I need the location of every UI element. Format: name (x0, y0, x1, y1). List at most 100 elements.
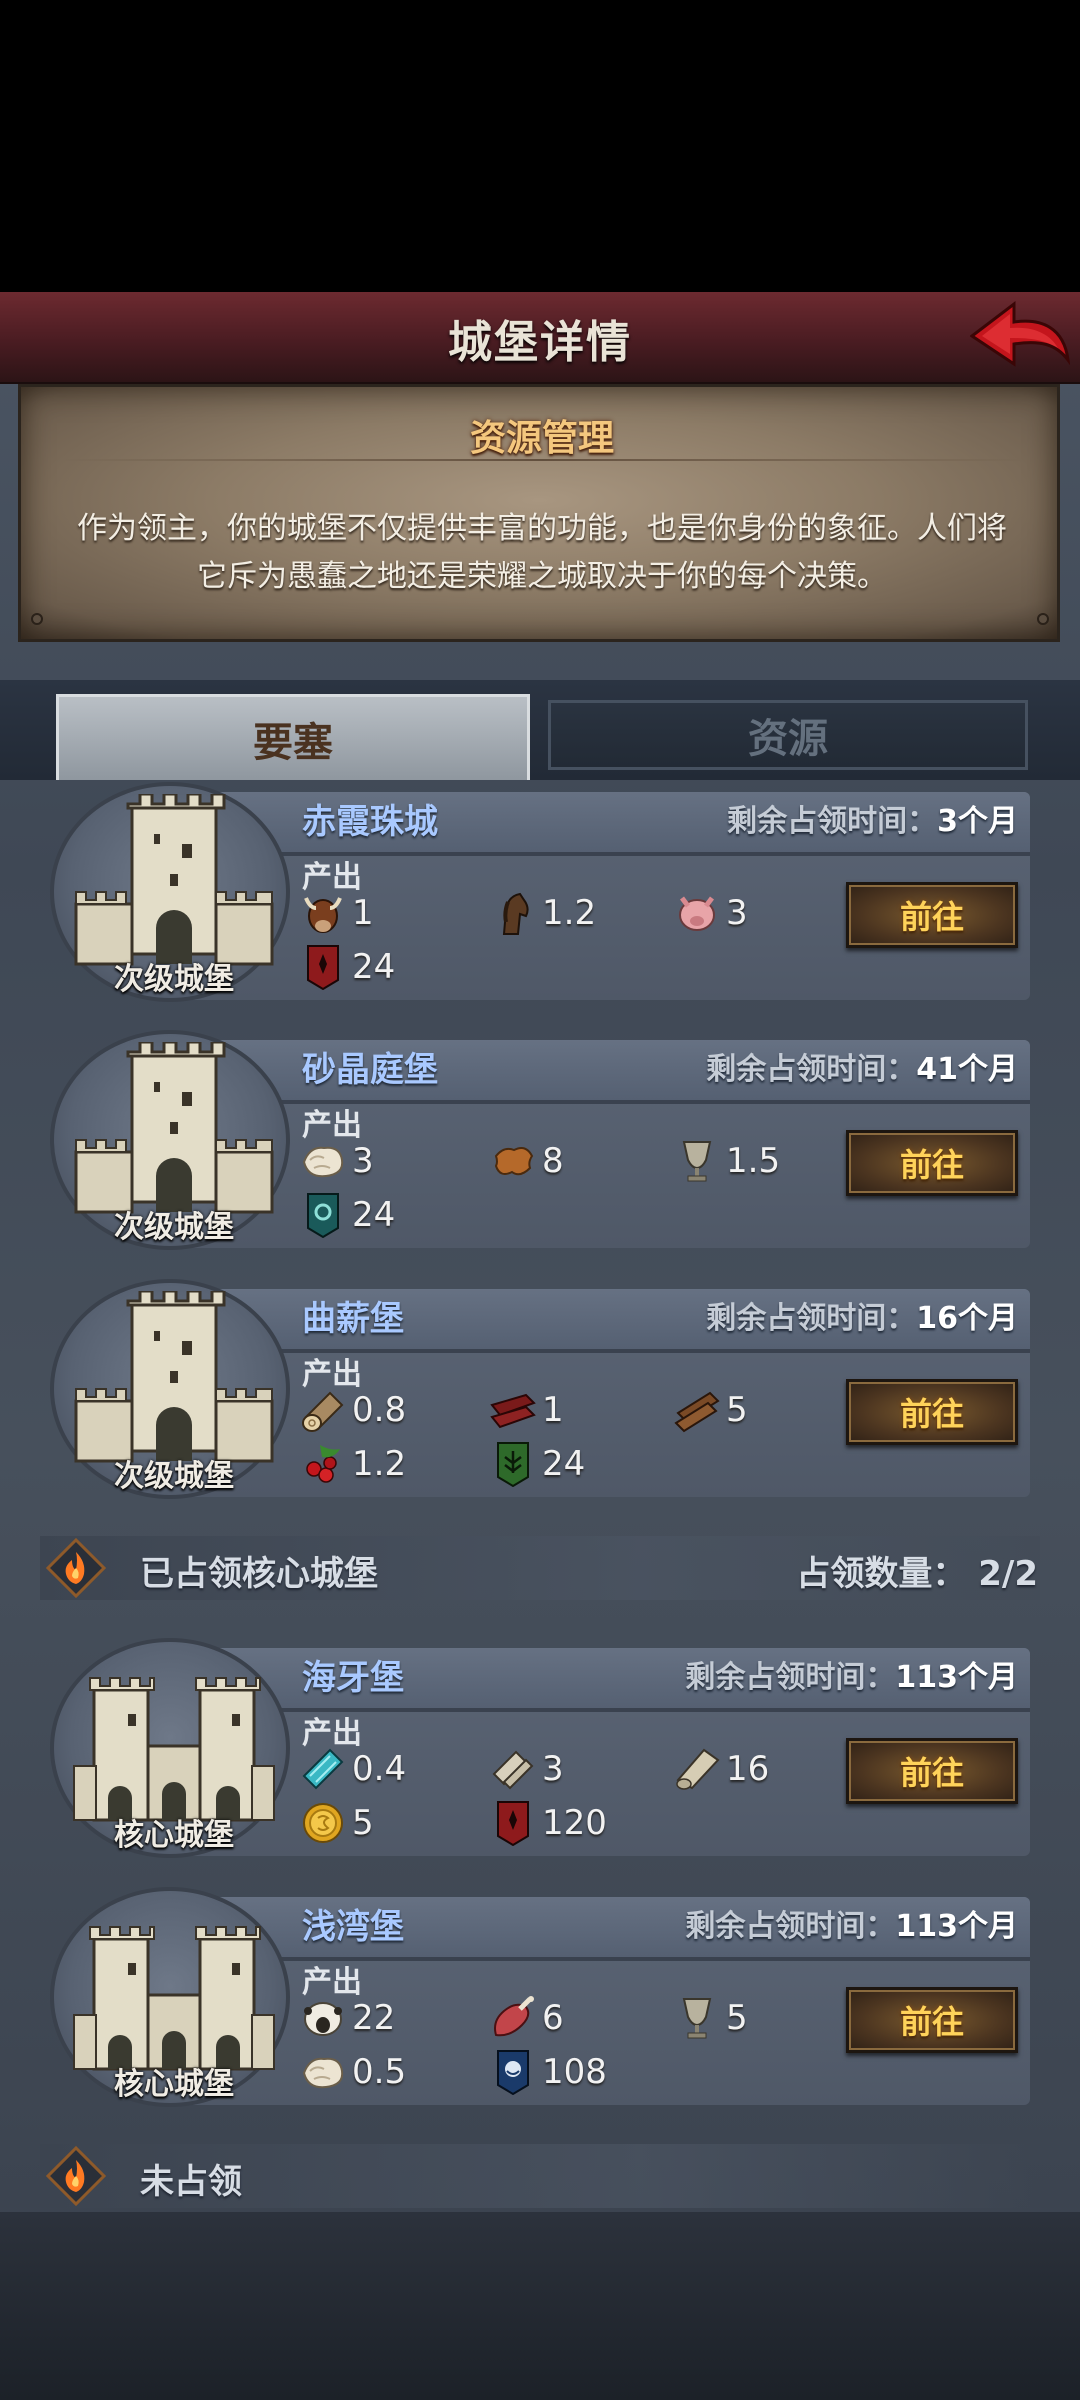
remaining-time-label: 剩余占领时间： (685, 1660, 896, 1695)
resource-item: 0.4 (300, 1746, 406, 1792)
castle-type-label: 次级城堡 (114, 962, 234, 997)
goblet-icon (682, 1141, 712, 1182)
occupied-count-value: 2/2 (978, 1554, 1038, 1594)
castle-name[interactable]: 曲薪堡 (302, 1291, 404, 1340)
resource-value: 24 (352, 947, 396, 987)
tower-castle-icon (74, 794, 274, 966)
rivet-icon (1037, 613, 1049, 625)
wool-icon (302, 1146, 344, 1178)
info-panel: 资源管理 作为领主，你的城堡不仅提供丰富的功能，也是你身份的象征。人们将 它斥为… (18, 384, 1060, 642)
back-button[interactable] (969, 298, 1071, 376)
remaining-time-value: 3个月 (937, 804, 1018, 839)
page-title: 城堡详情 (448, 317, 632, 368)
card-header-shadow (170, 852, 1030, 856)
meat-icon (494, 1996, 534, 2037)
info-description-line-1: 作为领主，你的城堡不仅提供丰富的功能，也是你身份的象征。人们将 (77, 511, 1007, 546)
unoccupied-header: 未占领 (40, 2144, 1040, 2208)
resource-item: 108 (490, 2049, 607, 2095)
remaining-time-value: 113个月 (895, 1660, 1018, 1695)
core-castle-icon (73, 1926, 275, 2071)
castle-card: 次级城堡 砂晶庭堡 剩余占领时间：41个月 产出 3 8 1.5 24 前往 (50, 1030, 1030, 1250)
resource-value: 1.2 (352, 1444, 407, 1484)
info-description: 作为领主，你的城堡不仅提供丰富的功能，也是你身份的象征。人们将 它斥为愚蠢之地还… (61, 505, 1023, 601)
resource-item: 3 (490, 1746, 564, 1792)
remaining-time: 剩余占领时间：113个月 (685, 1901, 1018, 1945)
occupied-count-label: 占领数量： (796, 1554, 967, 1594)
remaining-time-value: 41个月 (916, 1052, 1018, 1087)
occupied-count: 占领数量： 2/2 (796, 1546, 1038, 1595)
rivet-icon (31, 613, 43, 625)
resource-value: 1 (542, 1390, 564, 1430)
go-button[interactable]: 前往 (846, 882, 1018, 948)
remaining-time: 剩余占领时间：113个月 (685, 1652, 1018, 1696)
plank-icon (674, 1391, 720, 1433)
resource-value: 8 (542, 1141, 564, 1181)
resource-item: 1 (490, 1387, 564, 1433)
resource-item: 24 (300, 1192, 395, 1238)
castle-list[interactable]: 次级城堡 赤霞珠城 剩余占领时间：3个月 产出 1 1.2 3 24 前往 次级… (0, 782, 1080, 2212)
resource-value: 1 (352, 893, 374, 933)
go-button[interactable]: 前往 (846, 1379, 1018, 1445)
card-header-shadow (170, 1957, 1030, 1961)
castle-card: 核心城堡 浅湾堡 剩余占领时间：113个月 产出 22 6 5 0.5 108 … (50, 1887, 1030, 2107)
resource-value: 5 (726, 1390, 748, 1430)
card-header-shadow (170, 1100, 1030, 1104)
castle-emblem: 核心城堡 (50, 1887, 290, 2107)
remaining-time: 剩余占领时间：16个月 (706, 1293, 1018, 1337)
resource-item: 16 (674, 1746, 769, 1792)
resource-item: 120 (490, 1800, 607, 1846)
horse-icon (502, 892, 529, 935)
red-banner-icon (497, 1801, 529, 1846)
scroll-icon (492, 1750, 534, 1790)
tower-castle-icon (74, 1291, 274, 1463)
remaining-time-label: 剩余占领时间： (685, 1909, 896, 1944)
goblet-icon (682, 1998, 712, 2039)
resource-value: 3 (352, 1141, 374, 1181)
castle-name[interactable]: 砂晶庭堡 (302, 1042, 438, 1091)
resource-item: 1 (300, 890, 374, 936)
castle-card: 次级城堡 曲薪堡 剩余占领时间：16个月 产出 0.8 1 5 1.2 24 前… (50, 1279, 1030, 1499)
berries-icon (306, 1445, 340, 1483)
remaining-time: 剩余占领时间：41个月 (706, 1044, 1018, 1088)
go-button[interactable]: 前往 (846, 1738, 1018, 1804)
green-banner-icon (497, 1442, 529, 1487)
resource-item: 5 (674, 1995, 748, 2041)
resource-value: 24 (352, 1195, 396, 1235)
log-icon (302, 1391, 344, 1432)
bottom-area (0, 2212, 1080, 2400)
resource-item: 5 (674, 1387, 748, 1433)
parchment-icon (676, 1748, 720, 1790)
resource-item: 24 (490, 1441, 585, 1487)
castle-name[interactable]: 赤霞珠城 (302, 794, 438, 843)
red-wood-icon (490, 1393, 536, 1429)
wool-icon (302, 2057, 344, 2089)
resource-value: 0.5 (352, 2052, 407, 2092)
castle-emblem: 次级城堡 (50, 1030, 290, 1250)
occupied-core-title: 已占领核心城堡 (140, 1554, 378, 1594)
resource-value: 6 (542, 1998, 564, 2038)
flame-emblem-icon (46, 1538, 106, 1598)
remaining-time-label: 剩余占领时间： (706, 1301, 917, 1336)
castle-type-label: 次级城堡 (114, 1459, 234, 1494)
blue-banner-icon (497, 2050, 529, 2095)
tab-resources[interactable]: 资源 (548, 700, 1028, 770)
resource-value: 16 (726, 1749, 770, 1789)
castle-name[interactable]: 海牙堡 (302, 1650, 404, 1699)
resource-item: 8 (490, 1138, 564, 1184)
occupied-core-header: 已占领核心城堡 占领数量： 2/2 (40, 1536, 1040, 1600)
go-button[interactable]: 前往 (846, 1130, 1018, 1196)
back-arrow-icon (969, 300, 1071, 367)
info-title: 资源管理 (469, 418, 614, 459)
resource-value: 0.8 (352, 1390, 407, 1430)
go-button[interactable]: 前往 (846, 1987, 1018, 2053)
tab-fortress[interactable]: 要塞 (56, 694, 530, 780)
resource-value: 3 (726, 893, 748, 933)
castle-emblem: 核心城堡 (50, 1638, 290, 1858)
castle-name[interactable]: 浅湾堡 (302, 1899, 404, 1948)
pig-icon (679, 896, 715, 931)
resource-value: 22 (352, 1998, 396, 2038)
gold-coin-icon (303, 1803, 343, 1843)
resource-value: 1.5 (726, 1141, 781, 1181)
remaining-time-label: 剩余占领时间： (706, 1052, 917, 1087)
card-header-shadow (170, 1349, 1030, 1353)
